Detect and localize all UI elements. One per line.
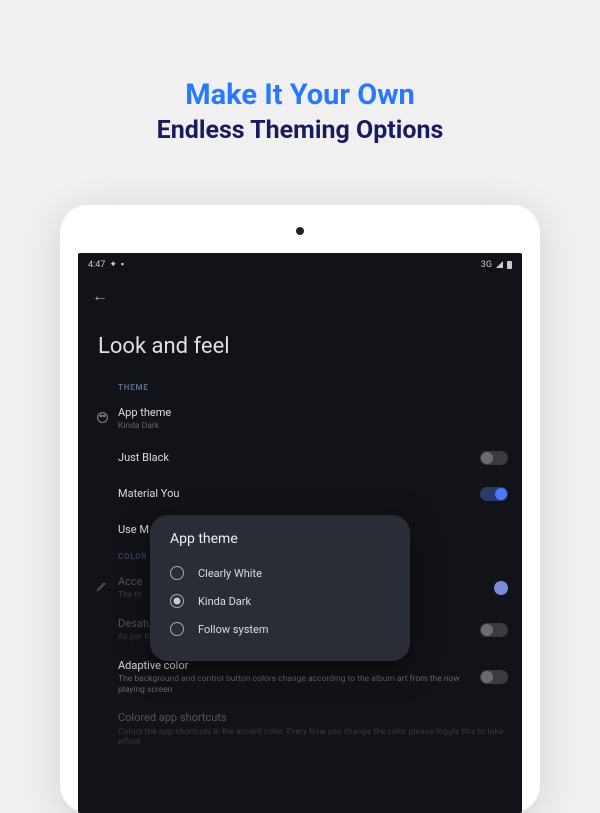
app-screen: 4:47 ✦ ▪ 3G ← Look and feel THEME App th… bbox=[78, 253, 522, 813]
setting-material-you[interactable]: Material You bbox=[78, 476, 522, 512]
hero-title: Make It Your Own bbox=[0, 78, 600, 112]
tablet-frame: 4:47 ✦ ▪ 3G ← Look and feel THEME App th… bbox=[60, 205, 540, 813]
status-network: 3G bbox=[481, 260, 492, 270]
radio-option-kinda-dark[interactable]: Kinda Dark bbox=[170, 587, 390, 615]
setting-title: Material You bbox=[118, 487, 472, 501]
page-title: Look and feel bbox=[78, 316, 522, 379]
setting-sub: Kinda Dark bbox=[118, 421, 508, 432]
status-bar: 4:47 ✦ ▪ 3G bbox=[78, 253, 522, 276]
setting-title: Just Black bbox=[118, 451, 472, 465]
radio-icon bbox=[170, 594, 184, 608]
status-time: 4:47 bbox=[88, 260, 105, 270]
pencil-icon bbox=[96, 580, 118, 595]
toggle-just-black[interactable] bbox=[480, 451, 508, 465]
radio-icon bbox=[170, 622, 184, 636]
setting-just-black[interactable]: Just Black bbox=[78, 440, 522, 476]
toggle-material-you[interactable] bbox=[480, 487, 508, 501]
palette-icon bbox=[96, 411, 118, 427]
hero-subtitle: Endless Theming Options bbox=[0, 116, 600, 145]
radio-icon bbox=[170, 566, 184, 580]
back-button[interactable]: ← bbox=[78, 276, 522, 316]
app-theme-dialog: App theme Clearly White Kinda Dark Follo… bbox=[150, 515, 410, 661]
setting-sub: Colors the app shortcuts in the accent c… bbox=[118, 727, 508, 748]
radio-option-clearly-white[interactable]: Clearly White bbox=[170, 559, 390, 587]
section-label-theme: THEME bbox=[78, 379, 522, 398]
hero-banner: Make It Your Own Endless Theming Options bbox=[0, 0, 600, 175]
setting-app-theme[interactable]: App theme Kinda Dark bbox=[78, 398, 522, 440]
toggle-adaptive[interactable] bbox=[480, 670, 508, 684]
battery-icon bbox=[507, 261, 512, 269]
accent-color-dot[interactable] bbox=[494, 581, 508, 595]
setting-sub: The background and control button colors… bbox=[118, 674, 472, 695]
signal-icon bbox=[496, 261, 503, 268]
status-chat-icon: ✦ bbox=[109, 260, 117, 270]
camera-dot bbox=[296, 227, 304, 235]
radio-label: Clearly White bbox=[198, 567, 262, 580]
radio-option-follow-system[interactable]: Follow system bbox=[170, 615, 390, 643]
dialog-title: App theme bbox=[170, 531, 390, 547]
setting-title: App theme bbox=[118, 406, 508, 420]
setting-title: Colored app shortcuts bbox=[118, 711, 508, 725]
radio-label: Kinda Dark bbox=[198, 595, 251, 608]
setting-shortcuts[interactable]: Colored app shortcuts Colors the app sho… bbox=[78, 703, 522, 756]
status-notif-icon: ▪ bbox=[121, 259, 124, 270]
radio-label: Follow system bbox=[198, 623, 269, 636]
toggle-desaturated[interactable] bbox=[480, 623, 508, 637]
